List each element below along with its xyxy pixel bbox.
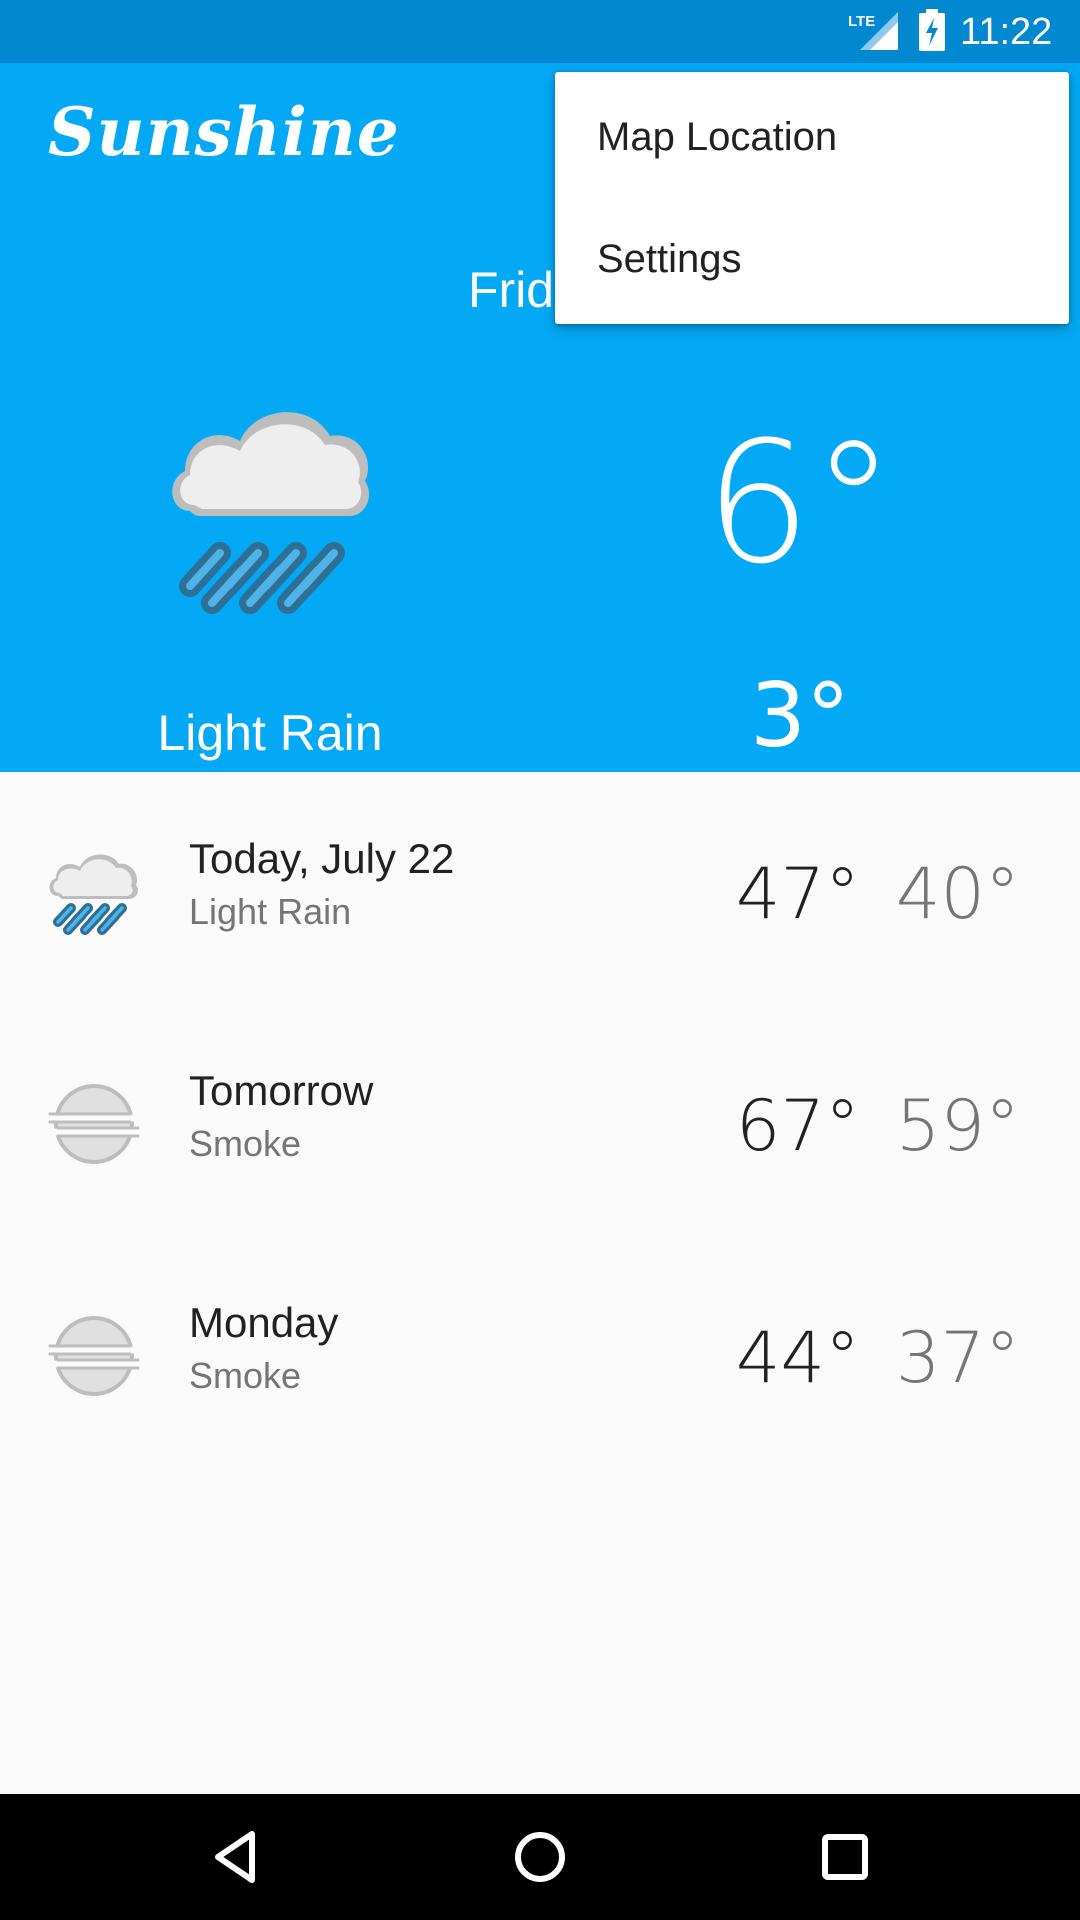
- forecast-description: Light Rain: [189, 891, 352, 932]
- lte-signal-icon: LTE: [848, 12, 898, 50]
- recents-icon[interactable]: [810, 1822, 880, 1892]
- today-description: Light Rain: [157, 705, 383, 761]
- today-high-temp: 6°: [704, 405, 896, 601]
- forecast-high-temp: 47°: [735, 853, 860, 935]
- menu-item-map-location[interactable]: Map Location: [555, 72, 1069, 198]
- forecast-row[interactable]: Monday Smoke 44° 37°: [0, 1236, 1080, 1468]
- light-rain-icon: [49, 854, 139, 935]
- forecast-day: Monday: [189, 1299, 339, 1346]
- forecast-high-temp: 67°: [735, 1085, 860, 1167]
- menu-item-settings[interactable]: Settings: [555, 198, 1069, 324]
- back-icon[interactable]: [200, 1822, 270, 1892]
- forecast-low-temp: 40°: [895, 853, 1020, 935]
- forecast-day: Today, July 22: [189, 835, 455, 882]
- today-date: Frid: [468, 262, 555, 318]
- forecast-description: Smoke: [189, 1123, 302, 1164]
- fog-icon: [44, 1084, 144, 1164]
- forecast-row[interactable]: Tomorrow Smoke 67° 59°: [0, 1004, 1080, 1236]
- status-clock: 11:22: [960, 11, 1053, 53]
- navigation-bar: [0, 1794, 1080, 1920]
- home-icon[interactable]: [505, 1822, 575, 1892]
- today-low-temp: 3°: [750, 664, 850, 767]
- forecast-day: Tomorrow: [189, 1067, 374, 1114]
- app-logo: Sunshine: [48, 93, 400, 171]
- battery-charging-icon: [919, 9, 945, 51]
- light-rain-icon: [172, 412, 370, 614]
- fog-icon: [44, 1316, 144, 1396]
- overflow-menu: Map Location Settings: [555, 72, 1069, 324]
- forecast-low-temp: 37°: [895, 1317, 1020, 1399]
- forecast-description: Smoke: [189, 1355, 302, 1396]
- forecast-row[interactable]: Today, July 22 Light Rain 47° 40°: [0, 772, 1080, 1004]
- svg-text:LTE: LTE: [848, 13, 875, 30]
- forecast-high-temp: 44°: [735, 1317, 860, 1399]
- forecast-list: Today, July 22 Light Rain 47° 40° Tomorr…: [0, 772, 1080, 1794]
- forecast-low-temp: 59°: [895, 1085, 1020, 1167]
- status-bar: LTE 11:22: [0, 0, 1080, 63]
